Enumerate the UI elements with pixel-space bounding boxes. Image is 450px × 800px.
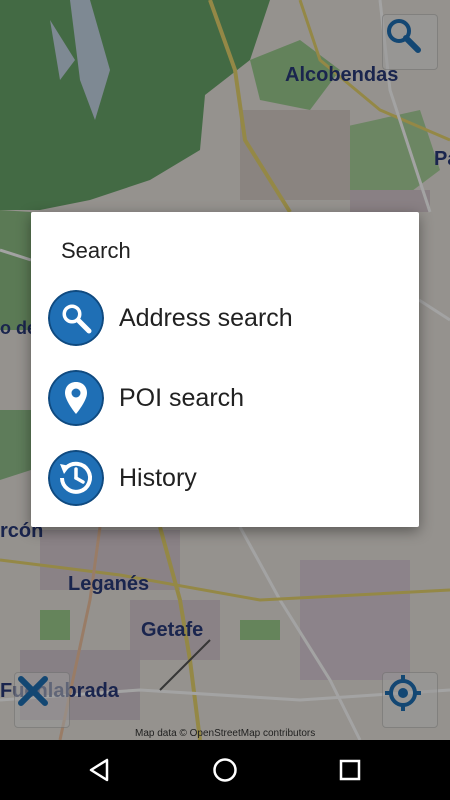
- recents-square-icon: [339, 759, 361, 781]
- back-triangle-icon: [89, 758, 109, 782]
- history-label: History: [119, 463, 197, 492]
- home-circle-icon: [213, 758, 237, 782]
- history-option[interactable]: History: [31, 438, 419, 518]
- dialog-title: Search: [61, 238, 131, 263]
- address-search-option[interactable]: Address search: [31, 278, 419, 358]
- location-pin-icon: [48, 370, 104, 426]
- nav-home-button[interactable]: [205, 750, 245, 790]
- search-dialog: Search Address search POI search History: [31, 212, 419, 527]
- poi-search-label: POI search: [119, 383, 245, 412]
- magnifier-icon: [48, 290, 104, 346]
- history-clock-icon: [48, 450, 104, 506]
- system-navigation-bar: [0, 740, 450, 800]
- nav-recents-button[interactable]: [330, 750, 370, 790]
- address-search-label: Address search: [119, 303, 293, 332]
- nav-back-button[interactable]: [80, 750, 120, 790]
- poi-search-option[interactable]: POI search: [31, 358, 419, 438]
